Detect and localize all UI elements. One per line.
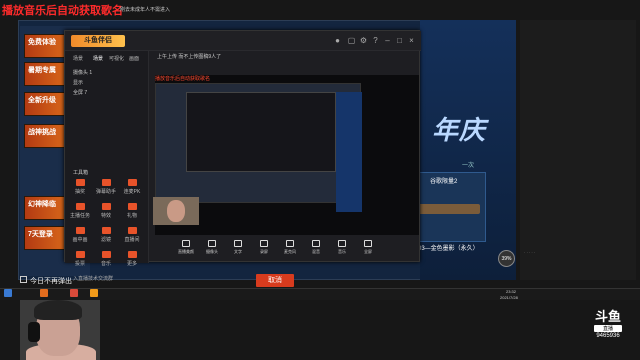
filter-icon	[101, 227, 111, 234]
no-popup-label: 今日不再弹出	[30, 278, 72, 285]
tool-pip[interactable]: 画中画	[69, 227, 91, 243]
rifle-icon	[418, 204, 480, 214]
more-icon	[127, 251, 137, 258]
scene-item[interactable]: 显示	[73, 79, 83, 86]
start-icon[interactable]	[4, 289, 12, 297]
nested-game-banner	[336, 92, 362, 212]
app-sidebar: 场景 场景 可视化 画面 摄像头 1 显示 全屏 7 工具箱 抽奖 弹幕助手 连…	[65, 51, 149, 282]
maximize-icon[interactable]: □	[395, 36, 404, 45]
tool-more[interactable]: 更多	[121, 251, 143, 267]
percent-badge: 39%	[498, 250, 515, 267]
mix-icon	[312, 240, 320, 247]
tool-pk[interactable]: 连麦PK	[121, 179, 143, 195]
record-icon	[260, 240, 268, 247]
camera-button[interactable]: 摄像头	[201, 240, 223, 255]
tab-scene-active[interactable]: 场景	[93, 55, 103, 62]
preview-caption: 播放音乐后自动获取歌名	[155, 76, 211, 82]
beauty-button[interactable]: 直播美颜	[175, 240, 197, 255]
clock-date[interactable]: 2021/7/28	[500, 295, 518, 300]
vote-icon	[75, 251, 85, 258]
text-button[interactable]: 文字	[227, 240, 249, 255]
pip-icon	[75, 227, 85, 234]
settings-icon[interactable]: ⚙	[359, 36, 368, 45]
record-button[interactable]: 录屏	[253, 240, 275, 255]
screen: 免费体验 暑期专属 全新升级 战神挑战 幻神降临 7天登录 年庆 一次 谷歌限量…	[0, 0, 640, 360]
music-button[interactable]: 音乐	[331, 240, 353, 255]
music-icon	[101, 251, 111, 258]
tab-canvas[interactable]: 画面	[129, 55, 139, 62]
banner-subtitle: 一次	[462, 163, 475, 169]
help-icon[interactable]: ?	[371, 36, 380, 45]
streamer-hair	[34, 300, 82, 320]
clock-time[interactable]: 23:32	[506, 289, 516, 294]
tool-lottery[interactable]: 抽奖	[69, 179, 91, 195]
source-toolbar: 直播美颜 摄像头 文字 录屏 麦克风 混音 音乐 全屏	[155, 237, 419, 261]
scene-item[interactable]: 全屏 7	[73, 89, 87, 96]
pk-icon	[127, 179, 137, 186]
tool-effects[interactable]: 特效	[95, 203, 117, 219]
preview-webcam	[153, 197, 199, 225]
toolbox-hint[interactable]: 入直播技术交流群	[73, 275, 113, 282]
desktop-background	[520, 20, 636, 280]
room-id: 9465936	[596, 333, 620, 339]
minimize-icon[interactable]: –	[383, 36, 392, 45]
tool-filter[interactable]: 滤镜	[95, 227, 117, 243]
headset-icon	[28, 322, 40, 342]
reward-title: 谷歌限量2	[430, 179, 458, 185]
scene-item[interactable]: 摄像头 1	[73, 69, 92, 76]
mic-icon	[286, 240, 294, 247]
taskbar-app-icon[interactable]	[40, 289, 48, 297]
side-panel-stats: · · · · ·	[524, 250, 536, 255]
music-icon	[338, 240, 346, 247]
reward-name: 03—金色墨影（永久）	[418, 246, 479, 252]
text-icon	[234, 240, 242, 247]
avatar-icon[interactable]: ●	[333, 36, 342, 45]
effects-icon	[101, 203, 111, 210]
chat-icon[interactable]: ▢	[347, 36, 356, 45]
douyu-watermark: 斗鱼 直播 9465936	[588, 310, 628, 340]
nested-screen-capture	[155, 83, 362, 212]
douyu-logo: 斗鱼	[594, 309, 621, 324]
app-status-text: 上午上传 而不上传图稿9人了	[157, 54, 222, 60]
mix-button[interactable]: 混音	[305, 240, 327, 255]
caption-small: 刚去未成年人不需进入	[120, 7, 171, 13]
tool-music[interactable]: 音乐	[95, 251, 117, 267]
taskbar-app-icon[interactable]	[90, 289, 98, 297]
stream-preview: 播放音乐后自动获取歌名	[153, 75, 419, 235]
tab-visual[interactable]: 可视化	[109, 55, 124, 62]
anniversary-banner: 年庆	[432, 115, 487, 145]
tool-gift[interactable]: 礼物	[121, 203, 143, 219]
tool-danmu[interactable]: 弹幕助手	[95, 179, 117, 195]
task-icon	[75, 203, 85, 210]
nested-app-window	[186, 92, 336, 172]
tool-room[interactable]: 直播间	[121, 227, 143, 243]
camera-icon	[208, 240, 216, 247]
mic-button[interactable]: 麦克风	[279, 240, 301, 255]
fullscreen-button[interactable]: 全屏	[357, 240, 379, 255]
stream-caption: 播放音乐后自动获取歌名	[2, 5, 123, 17]
beauty-icon	[182, 240, 190, 247]
toolbox-label: 工具箱	[73, 170, 89, 176]
douyu-sub: 直播	[594, 325, 622, 332]
lottery-icon	[75, 179, 85, 186]
app-titlebar: 斗鱼伴侣 ● ▢ ⚙ ? – □ ×	[65, 31, 421, 51]
danmu-icon	[101, 179, 111, 186]
taskbar-app-icon[interactable]	[70, 289, 78, 297]
room-icon	[127, 227, 137, 234]
streamer-webcam	[20, 300, 100, 360]
tab-scene[interactable]: 场景	[73, 55, 83, 62]
cancel-button[interactable]: 取消	[256, 274, 294, 287]
tool-vote[interactable]: 投票	[69, 251, 91, 267]
streaming-app-window: 斗鱼伴侣 ● ▢ ⚙ ? – □ × 场景 场景 可视化 画面 摄像头 1 显示…	[64, 30, 421, 282]
no-popup-checkbox[interactable]	[20, 276, 27, 283]
app-logo: 斗鱼伴侣	[71, 35, 125, 47]
fullscreen-icon	[364, 240, 372, 247]
gift-icon	[127, 203, 137, 210]
tool-task[interactable]: 主播任务	[69, 203, 91, 219]
close-icon[interactable]: ×	[407, 36, 416, 45]
preview-face	[167, 200, 185, 222]
